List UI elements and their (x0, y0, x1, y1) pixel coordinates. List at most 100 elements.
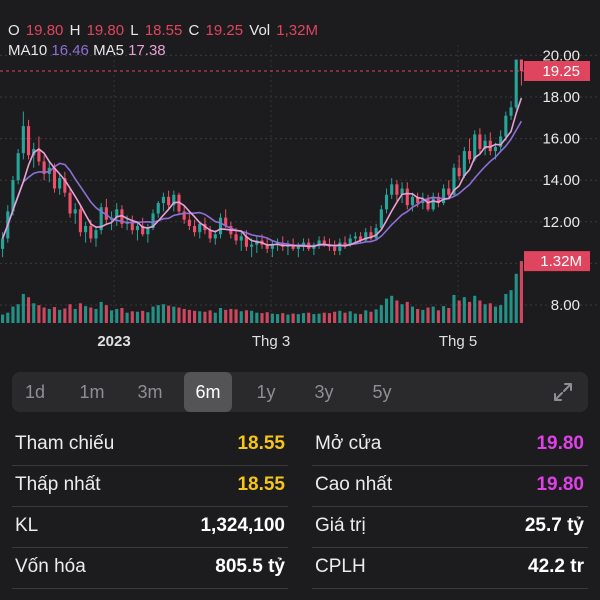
volume-bar (239, 311, 243, 323)
volume-bar (213, 312, 217, 323)
tab-1d[interactable]: 1d (11, 372, 59, 412)
ref-price-label: Tham chiếu (15, 433, 115, 454)
volume-bar (52, 307, 57, 323)
volume-bar (187, 309, 191, 323)
volume-bar (286, 314, 290, 323)
volume-bar (42, 307, 46, 323)
volume-bar (63, 308, 67, 323)
candle (218, 217, 223, 235)
candle (1, 238, 5, 249)
candle (52, 167, 57, 189)
volume-bar (32, 303, 36, 323)
volume-bar (312, 314, 316, 323)
candle (89, 225, 93, 239)
volume-bar (395, 300, 399, 323)
volume-bar (327, 313, 332, 323)
volume-bar (462, 297, 466, 323)
volume-bar (151, 306, 155, 323)
stats-row: Tham chiếu 18.55 Mở cửa 19.80 (0, 425, 600, 466)
volume-bar (499, 305, 503, 323)
candle (395, 184, 399, 195)
volume-bar (509, 290, 513, 323)
volume-bar (192, 310, 197, 323)
volume-bar (208, 310, 212, 323)
candle (296, 246, 300, 249)
candle (426, 198, 430, 210)
volume-bar (21, 293, 25, 323)
volume-bar (296, 314, 300, 323)
volume-bar (6, 312, 10, 323)
candle (198, 223, 202, 233)
tab-1y[interactable]: 1y (242, 372, 290, 412)
price-tag-label: 19.25 (542, 63, 580, 80)
candle (213, 234, 217, 239)
volume-bar (125, 312, 129, 323)
tab-5y[interactable]: 5y (358, 372, 406, 412)
expand-icon[interactable] (552, 381, 574, 403)
volume-bar (504, 293, 508, 323)
volume-bar (234, 309, 238, 323)
volume-bar (291, 313, 295, 323)
tab-3y[interactable]: 3y (300, 372, 348, 412)
timeframe-selector: 1d 1m 3m 6m 1y 3y 5y (12, 372, 588, 412)
volume-bar (343, 312, 347, 323)
candle (167, 196, 171, 206)
volume-bar (452, 294, 456, 323)
y-tick-label: 18.00 (542, 89, 580, 106)
candle (493, 146, 498, 152)
shares-outstanding-label: CPLH (315, 556, 366, 577)
candle (16, 153, 20, 181)
volume-bar (11, 306, 15, 323)
candle (21, 126, 25, 154)
candle (338, 242, 342, 251)
volume-bar (120, 308, 124, 323)
volume-bar (203, 311, 207, 323)
volume-bar (493, 306, 498, 323)
volume-bar (379, 305, 383, 323)
volume-bar (26, 297, 31, 323)
candle (519, 59, 523, 71)
tab-3m[interactable]: 3m (126, 372, 174, 412)
volume-bar (130, 311, 134, 323)
volume-bar (37, 305, 41, 323)
stats-row: Thấp nhất 18.55 Cao nhất 19.80 (0, 466, 600, 507)
volume-bar (16, 304, 20, 323)
y-tick-label: 16.00 (542, 131, 580, 148)
volume-bar (78, 303, 82, 323)
candle (68, 192, 72, 214)
candle (457, 167, 461, 177)
volume-bar (182, 308, 186, 323)
volume-bar (224, 309, 228, 323)
candlestick-chart[interactable]: 20.0018.0016.0014.0012.0010.008.0019.251… (0, 0, 600, 330)
volume-bar (338, 310, 342, 323)
volume-bar (218, 308, 223, 323)
volume-bar (89, 307, 93, 323)
volume-bar (135, 311, 140, 323)
volume-bar (483, 304, 487, 323)
candle (58, 178, 62, 189)
open-price-value: 19.80 (536, 433, 584, 454)
volume-bar (104, 305, 108, 323)
tab-1m[interactable]: 1m (68, 372, 116, 412)
candle (234, 234, 238, 241)
x-label-2023: 2023 (97, 333, 131, 350)
volume-bar (488, 303, 492, 323)
volume-bar (172, 306, 176, 323)
volume-bar (161, 304, 165, 323)
volume-bar (431, 306, 435, 323)
volume-bar (405, 301, 409, 323)
candle (187, 219, 191, 226)
volume-bar (265, 312, 269, 323)
volume-bar (400, 304, 404, 323)
tab-6m[interactable]: 6m (184, 372, 232, 412)
candle (192, 225, 197, 233)
ref-price-value: 18.55 (237, 433, 285, 454)
volume-bar (109, 310, 114, 323)
candle (333, 246, 337, 251)
volume-bar (348, 311, 352, 323)
candle (462, 151, 466, 177)
volume-bar (250, 310, 254, 323)
volume-bar (473, 295, 477, 323)
x-label-thg5: Thg 5 (438, 333, 478, 350)
volume-bar (384, 298, 389, 323)
